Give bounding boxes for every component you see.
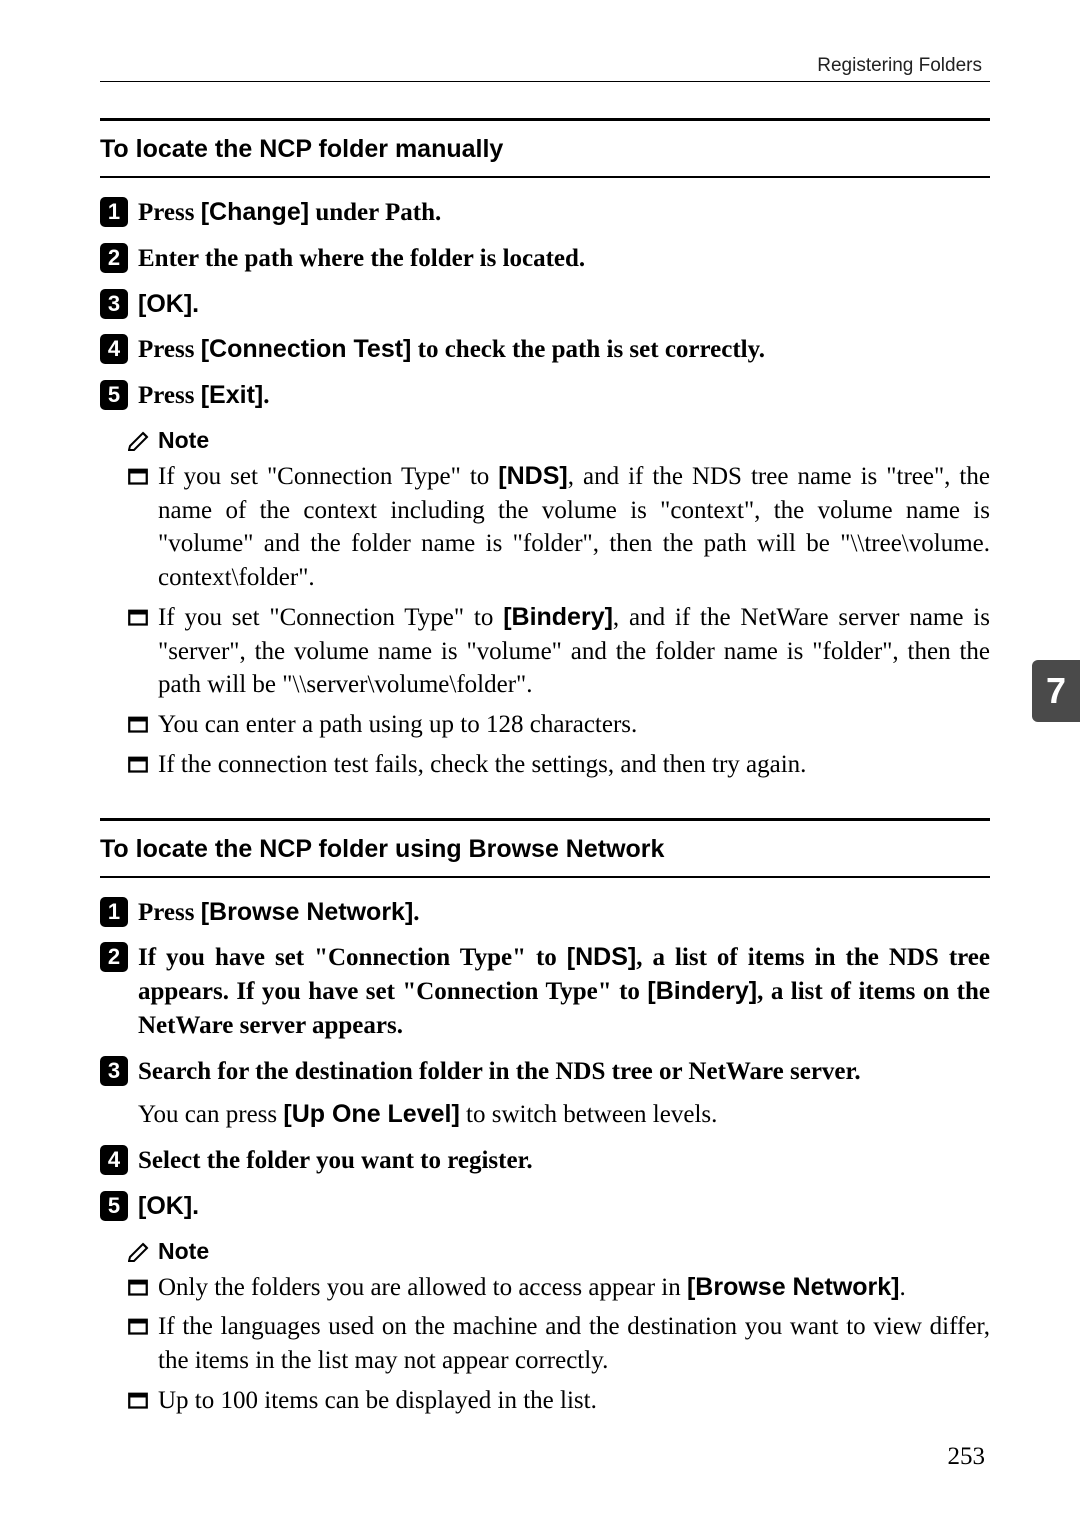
- note-text: .: [900, 1274, 906, 1301]
- step-number-badge: 1: [100, 197, 128, 227]
- step-1: 1 Press [Change] under Path.: [100, 196, 990, 230]
- step-text: Press: [138, 336, 201, 363]
- pencil-icon: [128, 1240, 152, 1262]
- section1-title: To locate the NCP folder manually: [100, 118, 990, 178]
- bullet-icon: [128, 466, 148, 486]
- running-header: Registering Folders: [100, 55, 990, 77]
- button-ref: [Up One Level]: [283, 1100, 459, 1128]
- bullet-icon: [128, 1390, 148, 1410]
- step-5: 5 Press [Exit].: [100, 379, 990, 413]
- step-text: If you have set "Connection Type" to: [138, 944, 567, 971]
- step-text: to switch between levels.: [460, 1101, 718, 1128]
- header-rule: [100, 81, 990, 82]
- note-heading: Note: [128, 1238, 990, 1265]
- step-number-badge: 5: [100, 1191, 128, 1221]
- bullet-icon: [128, 714, 148, 734]
- button-ref: [Change]: [201, 198, 309, 226]
- step-text: Enter the path where the folder is locat…: [138, 245, 585, 272]
- step-number-badge: 4: [100, 1145, 128, 1175]
- step-text: to check the path is set correctly.: [411, 336, 765, 363]
- step-text: Press: [138, 382, 201, 409]
- step-number-badge: 2: [100, 243, 128, 273]
- step-text: Select the folder you want to register.: [138, 1147, 533, 1174]
- list-item: Up to 100 items can be displayed in the …: [128, 1384, 990, 1418]
- list-item: If you set "Connection Type" to [NDS], a…: [128, 460, 990, 595]
- step-number-badge: 4: [100, 334, 128, 364]
- step-text: Press: [138, 899, 201, 926]
- note-label: Note: [158, 427, 209, 454]
- step-4: 4 Press [Connection Test] to check the p…: [100, 333, 990, 367]
- section1-steps: 1 Press [Change] under Path. 2 Enter the…: [100, 196, 990, 413]
- step-text: .: [263, 382, 269, 409]
- step-number-badge: 1: [100, 897, 128, 927]
- button-ref: [OK]: [138, 1192, 192, 1220]
- step-3: 3 Search for the destination folder in t…: [100, 1055, 990, 1089]
- page-number: 253: [948, 1443, 986, 1471]
- step-text: .: [192, 290, 199, 318]
- section2-steps: 1 Press [Browse Network]. 2 If you have …: [100, 896, 990, 1224]
- step-text: under Path.: [309, 199, 441, 226]
- note-label: Note: [158, 1238, 209, 1265]
- step-text: Press: [138, 199, 201, 226]
- button-ref: [Browse Network]: [687, 1273, 900, 1301]
- pencil-icon: [128, 429, 152, 451]
- button-ref: [OK]: [138, 290, 192, 318]
- step-1: 1 Press [Browse Network].: [100, 896, 990, 930]
- button-ref: [Bindery]: [503, 603, 613, 631]
- note-text: If the connection test fails, check the …: [158, 751, 806, 778]
- bullet-icon: [128, 1316, 148, 1336]
- step-text: Search for the destination folder in the…: [138, 1058, 861, 1085]
- note-text: If you set "Connection Type" to: [158, 463, 498, 490]
- step-3: 3 [OK].: [100, 288, 990, 322]
- list-item: Only the folders you are allowed to acce…: [128, 1271, 990, 1305]
- note-text: If you set "Connection Type" to: [158, 604, 503, 631]
- button-ref: [Exit]: [201, 381, 264, 409]
- note-text: If the languages used on the machine and…: [158, 1313, 990, 1374]
- step-number-badge: 5: [100, 380, 128, 410]
- step-text: .: [413, 899, 419, 926]
- step-2: 2 If you have set "Connection Type" to […: [100, 941, 990, 1042]
- step-4: 4 Select the folder you want to register…: [100, 1144, 990, 1178]
- list-item: If you set "Connection Type" to [Bindery…: [128, 601, 990, 702]
- section2-title: To locate the NCP folder using Browse Ne…: [100, 818, 990, 878]
- step-number-badge: 3: [100, 1056, 128, 1086]
- step-2: 2 Enter the path where the folder is loc…: [100, 242, 990, 276]
- note-text: You can enter a path using up to 128 cha…: [158, 711, 637, 738]
- bullet-icon: [128, 607, 148, 627]
- list-item: You can enter a path using up to 128 cha…: [128, 708, 990, 742]
- section2-notes: Only the folders you are allowed to acce…: [128, 1271, 990, 1418]
- note-text: Only the folders you are allowed to acce…: [158, 1274, 687, 1301]
- step-subtext: You can press [Up One Level] to switch b…: [138, 1098, 990, 1132]
- step-number-badge: 3: [100, 289, 128, 319]
- button-ref: [NDS]: [498, 462, 567, 490]
- chapter-tab: 7: [1032, 660, 1080, 722]
- step-text: .: [192, 1192, 199, 1220]
- note-text: Up to 100 items can be displayed in the …: [158, 1387, 597, 1414]
- button-ref: [Connection Test]: [201, 335, 412, 363]
- list-item: If the languages used on the machine and…: [128, 1310, 990, 1378]
- section1-notes: If you set "Connection Type" to [NDS], a…: [128, 460, 990, 782]
- button-ref: [NDS]: [567, 943, 636, 971]
- step-number-badge: 2: [100, 942, 128, 972]
- button-ref: [Browse Network]: [201, 898, 414, 926]
- button-ref: [Bindery]: [647, 977, 757, 1005]
- bullet-icon: [128, 1277, 148, 1297]
- bullet-icon: [128, 754, 148, 774]
- note-heading: Note: [128, 427, 990, 454]
- list-item: If the connection test fails, check the …: [128, 748, 990, 782]
- step-text: You can press: [138, 1101, 283, 1128]
- step-5: 5 [OK].: [100, 1190, 990, 1224]
